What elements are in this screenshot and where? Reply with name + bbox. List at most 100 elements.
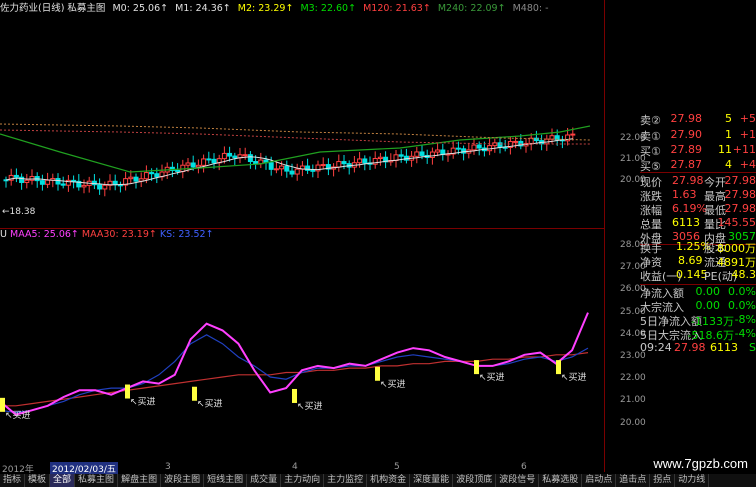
tab-item[interactable]: 追击点 xyxy=(616,474,651,487)
bid-row: 买① 27.89 11 +11 xyxy=(640,143,756,158)
m1-value: M1: 24.36↑ xyxy=(175,3,231,12)
tab-item[interactable]: 成交量 xyxy=(247,474,282,487)
tab-item[interactable]: 波段顶底 xyxy=(453,474,497,487)
tab-item[interactable]: 私募选股 xyxy=(539,474,583,487)
date-bar: 2012年 2012/02/03/五 3 4 5 6 xyxy=(0,462,605,475)
tab-item[interactable]: 全部 xyxy=(50,474,76,487)
month-label: 6 xyxy=(521,462,527,472)
buy-signal-label: ↖买进 xyxy=(479,372,505,383)
candle-body xyxy=(190,162,196,168)
m480-value: M480: - xyxy=(512,3,549,12)
m0-value: M0: 25.06↑ xyxy=(112,3,169,12)
tab-item[interactable]: 主力监控 xyxy=(324,474,368,487)
candle-body xyxy=(279,165,285,170)
candle-body xyxy=(497,142,503,148)
flow-row: 5日大宗流入 -518.6万 -4% xyxy=(640,327,756,342)
ks-value: KS: 23.52↑ xyxy=(159,229,214,240)
stat-row: 涨跌 1.63 最高 27.98 xyxy=(640,188,756,203)
indicator-name: U xyxy=(0,229,7,240)
candle-body xyxy=(435,149,441,153)
tab-item[interactable]: 波段主图 xyxy=(161,474,205,487)
watermark: www.7gpzb.com xyxy=(653,456,748,471)
candle-body xyxy=(487,145,493,152)
buy-signal-label: ↖买进 xyxy=(297,401,323,412)
flow-row: 净流入额 0.00 0.0% xyxy=(640,285,756,300)
candle-body xyxy=(398,154,404,157)
candle-body xyxy=(102,184,108,190)
candle-body xyxy=(227,152,233,157)
tab-item[interactable]: 深度量能 xyxy=(410,474,454,487)
buy-signal-label: ↖买进 xyxy=(561,372,587,383)
month-label: 3 xyxy=(165,462,171,472)
flow-row: 大宗流入 0.00 0.0% xyxy=(640,299,756,314)
tab-item[interactable]: 私募主图 xyxy=(75,474,119,487)
tab-item[interactable]: 启动点 xyxy=(582,474,617,487)
tab-item[interactable]: 模板 xyxy=(25,474,51,487)
candle-body xyxy=(128,176,134,180)
buy-signal-bar xyxy=(0,397,5,412)
chart-title: 佐力药业(日线) 私募主图 xyxy=(0,3,106,12)
candle-body xyxy=(253,161,259,165)
candle-body xyxy=(341,161,347,165)
candle-body xyxy=(206,158,212,161)
candle-body xyxy=(211,158,217,164)
m3-value: M3: 22.60↑ xyxy=(300,3,357,12)
tab-item[interactable]: 拐点 xyxy=(650,474,676,487)
tab-item[interactable]: 波段信号 xyxy=(496,474,540,487)
tab-item[interactable]: 指标 xyxy=(0,474,26,487)
stat-row: 涨幅 6.19% 最低 27.98 xyxy=(640,202,756,217)
maa30-value: MAA30: 23.19↑ xyxy=(81,229,157,240)
tab-item[interactable]: 动力线 xyxy=(675,474,710,487)
candle-body xyxy=(60,183,66,186)
tick-row: 09:24 27.98 6113 S xyxy=(640,341,756,354)
candle-body xyxy=(268,162,274,170)
candle-body xyxy=(39,180,45,185)
candle-body xyxy=(273,168,279,171)
candle-body xyxy=(247,154,253,163)
candle-body xyxy=(24,179,30,183)
buy-signal-bar xyxy=(192,386,197,401)
candle-body xyxy=(310,169,316,172)
tab-item[interactable]: 短线主图 xyxy=(204,474,248,487)
indicator-tab-bar: 指标 模板 全部 私募主图 解盘主图 波段主图 短线主图 成交量 主力动向 主力监控 机构资金 深度量… xyxy=(0,474,756,487)
candle-body xyxy=(29,176,35,181)
tab-item[interactable]: 机构资金 xyxy=(367,474,411,487)
fund-row: 净资 8.69 流通 4891万 xyxy=(640,254,756,269)
panel-divider xyxy=(640,172,756,173)
indicator-chart[interactable]: ↖买进 ↖买进 ↖买进 ↖买进 ↖买进 ↖买进 ↖买进 xyxy=(0,242,604,462)
candle-body xyxy=(154,173,160,178)
candle-body xyxy=(201,158,207,166)
candle-body xyxy=(97,184,103,190)
month-label: 4 xyxy=(292,462,298,472)
maa5-value: MAA5: 25.06↑ xyxy=(10,229,79,240)
buy-signal-label: ↖买进 xyxy=(5,410,31,421)
candle-body xyxy=(294,168,300,175)
m240-value: M240: 22.09↑ xyxy=(437,3,506,12)
fund-row: 换手 1.25% 股本 8000万 xyxy=(640,240,756,255)
quote-panel: 卖② 27.98 5 +5 卖① 27.90 1 +1 买① 27.89 11 … xyxy=(640,112,756,472)
candle-body xyxy=(71,179,77,182)
buy-signal-bar xyxy=(556,360,561,375)
candle-body xyxy=(362,158,368,164)
indicator-header: U MAA5: 25.06↑ MAA30: 23.19↑ KS: 23.52↑ xyxy=(0,229,605,241)
flow-row: 5日净流入额 -1133万 -8% xyxy=(640,313,756,328)
fund-row: 收益(一) 0.145 PE(动) 48.3 xyxy=(640,268,756,283)
tab-item[interactable]: 解盘主图 xyxy=(118,474,162,487)
buy-signal-bar xyxy=(375,366,380,381)
candle-body xyxy=(513,140,519,143)
candle-body xyxy=(195,164,201,168)
candle-body xyxy=(336,161,342,168)
candle-body xyxy=(471,144,477,151)
candle-body xyxy=(549,135,555,140)
candle-body xyxy=(289,170,295,175)
month-label: 5 xyxy=(394,462,400,472)
ask-row: 卖② 27.98 5 +5 xyxy=(640,112,756,127)
candle-body xyxy=(377,156,383,160)
candle-body xyxy=(55,178,61,185)
candlestick-chart[interactable] xyxy=(0,12,604,228)
candle-body xyxy=(357,158,363,164)
tab-item[interactable]: 主力动向 xyxy=(281,474,325,487)
candle-body xyxy=(149,172,155,175)
candle-body xyxy=(13,174,19,178)
m120-value: M120: 21.63↑ xyxy=(363,3,431,12)
